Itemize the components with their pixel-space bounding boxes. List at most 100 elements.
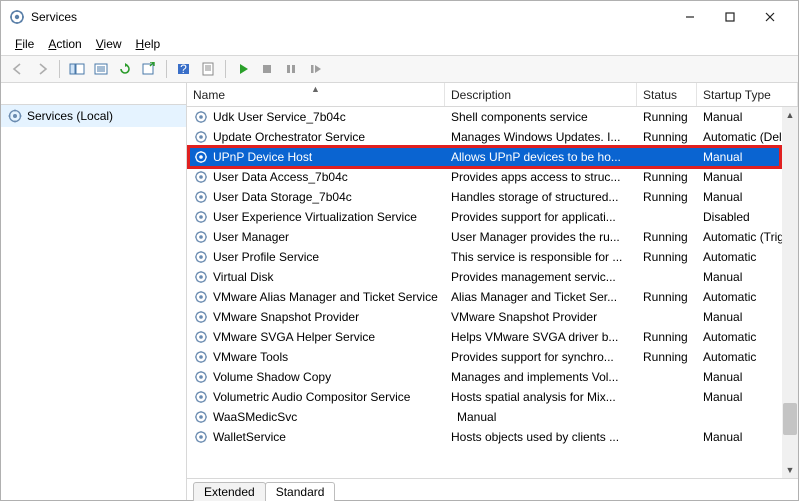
cell-name: WaaSMedicSvc <box>187 409 445 425</box>
service-list[interactable]: Udk User Service_7b04c Shell components s… <box>187 107 798 478</box>
cell-name: User Data Storage_7b04c <box>187 189 445 205</box>
cell-status: Running <box>637 130 697 144</box>
cell-description: Manual <box>445 410 637 424</box>
cell-status: Running <box>637 110 697 124</box>
cell-description: Provides support for applicati... <box>445 210 637 224</box>
close-button[interactable] <box>750 3 790 31</box>
back-button[interactable] <box>7 58 29 80</box>
service-gear-icon <box>193 209 209 225</box>
cell-description: Hosts spatial analysis for Mix... <box>445 390 637 404</box>
service-gear-icon <box>193 389 209 405</box>
service-gear-icon <box>193 249 209 265</box>
service-row[interactable]: Volumetric Audio Compositor ServiceHosts… <box>187 387 798 407</box>
service-gear-icon <box>193 109 209 125</box>
cell-name: Update Orchestrator Service <box>187 129 445 145</box>
service-name-text: User Manager <box>213 230 289 244</box>
tree-item-label: Services (Local) <box>27 109 113 123</box>
forward-button[interactable] <box>31 58 53 80</box>
service-row[interactable]: User Profile ServiceThis service is resp… <box>187 247 798 267</box>
cell-name: VMware SVGA Helper Service <box>187 329 445 345</box>
service-row[interactable]: Update Orchestrator ServiceManages Windo… <box>187 127 798 147</box>
tab-extended[interactable]: Extended <box>193 482 266 501</box>
service-name-text: User Experience Virtualization Service <box>213 210 417 224</box>
service-row[interactable]: WalletServiceHosts objects used by clien… <box>187 427 798 447</box>
service-row[interactable]: VMware Alias Manager and Ticket ServiceA… <box>187 287 798 307</box>
cell-name: Volume Shadow Copy <box>187 369 445 385</box>
cell-name: Udk User Service_7b04c <box>187 109 445 125</box>
cell-status: Running <box>637 230 697 244</box>
cell-name: VMware Alias Manager and Ticket Service <box>187 289 445 305</box>
service-row[interactable]: User Manager User Manager provides the ru… <box>187 227 798 247</box>
service-name-text: UPnP Device Host <box>213 150 312 164</box>
menu-help[interactable]: Help <box>130 37 167 51</box>
help-button[interactable]: ? <box>173 58 195 80</box>
properties-button[interactable] <box>90 58 112 80</box>
cell-description: Hosts objects used by clients ... <box>445 430 637 444</box>
service-row[interactable]: VMware ToolsProvides support for synchro… <box>187 347 798 367</box>
menu-view[interactable]: View <box>90 37 128 51</box>
service-gear-icon <box>193 429 209 445</box>
menubar: File Action View Help <box>1 33 798 55</box>
service-gear-icon <box>193 329 209 345</box>
service-gear-icon <box>193 309 209 325</box>
service-gear-icon <box>193 229 209 245</box>
service-name-text: User Data Access_7b04c <box>213 170 348 184</box>
menu-file[interactable]: File <box>9 37 40 51</box>
service-row[interactable]: User Experience Virtualization Service Pr… <box>187 207 798 227</box>
column-header-startup[interactable]: Startup Type <box>697 83 798 106</box>
service-gear-icon <box>193 289 209 305</box>
stop-service-button[interactable] <box>256 58 278 80</box>
cell-status: Running <box>637 290 697 304</box>
refresh-button[interactable] <box>114 58 136 80</box>
service-row[interactable]: Virtual DiskProvides management servic..… <box>187 267 798 287</box>
services-window: Services File Action View Help ? <box>0 0 799 501</box>
service-name-text: Udk User Service_7b04c <box>213 110 346 124</box>
cell-description: Helps VMware SVGA driver b... <box>445 330 637 344</box>
menu-action[interactable]: Action <box>42 37 87 51</box>
column-header-description[interactable]: Description <box>445 83 637 106</box>
tab-standard[interactable]: Standard <box>265 482 336 501</box>
service-gear-icon <box>193 269 209 285</box>
cell-name: User Profile Service <box>187 249 445 265</box>
column-header-name[interactable]: Name▲ <box>187 83 445 106</box>
service-row[interactable]: User Data Access_7b04cProvides apps acce… <box>187 167 798 187</box>
export-list-button[interactable] <box>138 58 160 80</box>
column-headers: Name▲ Description Status Startup Type <box>187 83 798 107</box>
service-name-text: WaaSMedicSvc <box>213 410 297 424</box>
minimize-button[interactable] <box>670 3 710 31</box>
start-service-button[interactable] <box>232 58 254 80</box>
scroll-up-button[interactable]: ▲ <box>782 107 798 123</box>
cell-name: User Data Access_7b04c <box>187 169 445 185</box>
services-tree-icon <box>7 108 23 124</box>
cell-description: Manages and implements Vol... <box>445 370 637 384</box>
cell-description: Alias Manager and Ticket Ser... <box>445 290 637 304</box>
service-row[interactable]: Udk User Service_7b04c Shell components s… <box>187 107 798 127</box>
service-row[interactable]: Volume Shadow CopyManages and implements… <box>187 367 798 387</box>
service-row[interactable]: WaaSMedicSvc Manual <box>187 407 798 427</box>
cell-description: User Manager provides the ru... <box>445 230 637 244</box>
pause-service-button[interactable] <box>280 58 302 80</box>
service-row[interactable]: User Data Storage_7b04cHandles storage o… <box>187 187 798 207</box>
view-tabs: Extended Standard <box>187 478 798 500</box>
scroll-track[interactable] <box>782 123 798 462</box>
window-title: Services <box>31 10 77 24</box>
column-header-status[interactable]: Status <box>637 83 697 106</box>
properties-sheet-button[interactable] <box>197 58 219 80</box>
vertical-scrollbar[interactable]: ▲ ▼ <box>782 107 798 478</box>
service-gear-icon <box>193 369 209 385</box>
cell-description: Shell components service <box>445 110 637 124</box>
show-hide-tree-button[interactable] <box>66 58 88 80</box>
tree-item-services-local[interactable]: Services (Local) <box>1 105 186 127</box>
restart-service-button[interactable] <box>304 58 326 80</box>
cell-description: This service is responsible for ... <box>445 250 637 264</box>
service-row[interactable]: UPnP Device HostAllows UPnP devices to b… <box>187 147 798 167</box>
scroll-down-button[interactable]: ▼ <box>782 462 798 478</box>
service-row[interactable]: VMware SVGA Helper ServiceHelps VMware S… <box>187 327 798 347</box>
service-row[interactable]: VMware Snapshot ProviderVMware Snapshot … <box>187 307 798 327</box>
service-gear-icon <box>193 409 209 425</box>
cell-name: VMware Tools <box>187 349 445 365</box>
maximize-button[interactable] <box>710 3 750 31</box>
cell-name: Virtual Disk <box>187 269 445 285</box>
scroll-thumb[interactable] <box>783 403 797 435</box>
service-gear-icon <box>193 169 209 185</box>
